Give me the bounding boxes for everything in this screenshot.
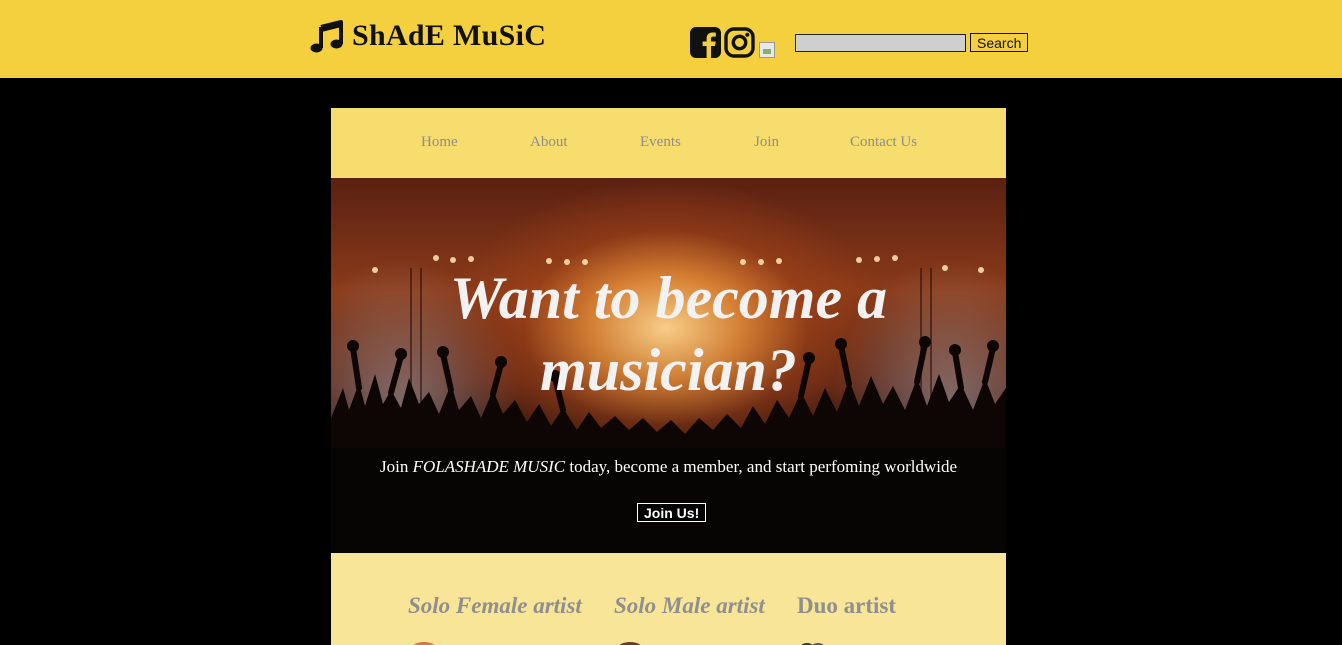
artist-categories: Solo Female artist Solo Male artist Duo …	[331, 553, 1006, 645]
brand-name: ShAdE MuSiC	[352, 19, 547, 52]
nav-home[interactable]: Home	[421, 134, 458, 151]
hero-headline: Want to become a musician?	[449, 265, 888, 403]
search-button[interactable]: Search	[970, 33, 1029, 52]
top-bar: ShAdE MuSiC Search	[0, 0, 1342, 78]
broken-image-icon[interactable]	[759, 42, 775, 58]
instagram-icon[interactable]	[724, 27, 755, 58]
nav-events[interactable]: Events	[640, 134, 681, 151]
category-solo-male[interactable]: Solo Male artist	[614, 593, 765, 619]
main-container: Home About Events Join Contact Us Want t…	[331, 108, 1006, 645]
nav-contact-us[interactable]: Contact Us	[850, 134, 917, 151]
music-note-icon	[310, 20, 343, 53]
category-duo[interactable]: Duo artist	[797, 593, 896, 619]
duo-thumbnail	[801, 643, 824, 645]
nav-join[interactable]: Join	[754, 134, 779, 151]
solo-female-thumbnail	[413, 642, 435, 645]
tagline-brand: FOLASHADE MUSIC	[412, 457, 566, 476]
nav-about[interactable]: About	[530, 134, 568, 151]
search-input[interactable]	[795, 33, 966, 52]
tagline-suffix: today, become a member, and start perfom…	[565, 457, 958, 476]
tagline-prefix: Join	[379, 457, 413, 476]
site-logo[interactable]: ShAdE MuSiC	[310, 18, 546, 54]
hero-banner: Want to become a musician? Join FOLASHAD…	[331, 178, 1006, 553]
main-nav: Home About Events Join Contact Us	[331, 108, 1006, 178]
search-form: Search	[795, 33, 1029, 52]
join-us-button[interactable]: Join Us!	[637, 503, 707, 522]
facebook-icon[interactable]	[690, 27, 721, 58]
solo-male-thumbnail	[619, 642, 641, 645]
social-links	[690, 27, 775, 58]
hero-tagline: Join FOLASHADE MUSIC today, become a mem…	[331, 457, 1006, 477]
category-solo-female[interactable]: Solo Female artist	[408, 593, 582, 619]
